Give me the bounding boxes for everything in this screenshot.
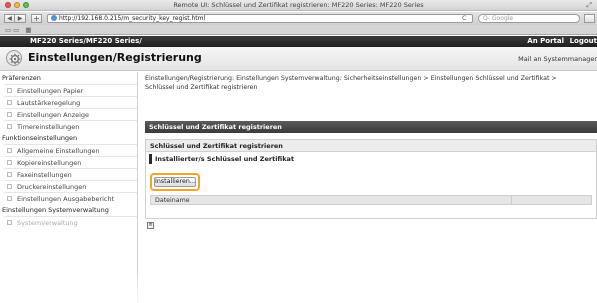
portal-link[interactable]: An Portal xyxy=(527,36,564,47)
fade-overlay xyxy=(0,268,138,303)
sidebar-item-copy[interactable]: Kopiereinstellungen xyxy=(4,156,137,168)
sidebar-item-paper[interactable]: Einstellungen Papier xyxy=(4,84,137,96)
panel-title: Schlüssel und Zertifikat registrieren xyxy=(146,140,596,152)
page-status-icon[interactable]: ≡ xyxy=(147,222,154,229)
install-button[interactable]: Installieren... xyxy=(154,177,196,187)
title-area: Einstellungen/Registrierung Mail an Syst… xyxy=(0,47,597,71)
highlight-ring: Installieren... xyxy=(150,173,200,191)
sidebar-item-label: Druckereinstellungen xyxy=(17,183,87,191)
column-divider xyxy=(511,196,512,205)
bullet-icon xyxy=(7,196,12,201)
bullet-icon xyxy=(7,112,12,117)
reading-list-icon[interactable] xyxy=(584,14,595,23)
subsection-title: Installierter/s Schlüssel und Zertifikat xyxy=(149,154,596,164)
bullet-icon xyxy=(7,100,12,105)
sidebar-item-timer[interactable]: Timereinstellungen xyxy=(4,120,137,132)
key-certificate-panel: Schlüssel und Zertifikat registrieren In… xyxy=(145,139,597,219)
search-input[interactable]: Q- Google xyxy=(478,14,580,23)
reload-icon[interactable]: C xyxy=(462,14,467,22)
bookmarks-bar: ▭▭ ▦ xyxy=(0,25,597,35)
sidebar-item-label: Einstellungen Anzeige xyxy=(17,111,90,119)
sidebar-item-label: Systemverwaltung xyxy=(17,219,78,227)
sidebar-item-label: Einstellungen Ausgabebericht xyxy=(17,195,115,203)
window-titlebar: Remote UI: Schlüssel und Zertifikat regi… xyxy=(0,0,597,11)
sidebar: Präferenzen Einstellungen Papier Lautstä… xyxy=(0,72,138,303)
column-filename: Dateiname xyxy=(155,197,190,204)
forward-icon[interactable]: ▶ xyxy=(15,14,26,23)
sidebar-section-functions: Funktionseinstellungen xyxy=(2,134,78,142)
bullet-icon xyxy=(7,172,12,177)
sidebar-item-volume[interactable]: Lautstärkeregelung xyxy=(4,96,137,108)
history-buttons: ◀ ▶ xyxy=(4,14,26,23)
sidebar-section-preferences: Präferenzen xyxy=(2,74,41,82)
page-title: Einstellungen/Registrierung xyxy=(28,51,202,64)
bullet-icon xyxy=(7,220,12,225)
back-icon[interactable]: ◀ xyxy=(4,14,15,23)
bullet-icon xyxy=(7,88,12,93)
top-sites-icon[interactable]: ▭▭ ▦ xyxy=(5,26,34,34)
fullscreen-icon[interactable]: ⤢ xyxy=(586,1,592,10)
sidebar-item-display[interactable]: Einstellungen Anzeige xyxy=(4,108,137,120)
page-header: MF220 Series/MF220 Series/ An Portal Log… xyxy=(0,36,597,47)
search-placeholder: Q- Google xyxy=(483,15,514,22)
sidebar-item-fax[interactable]: Faxeinstellungen xyxy=(4,168,137,180)
sidebar-item-label: Kopiereinstellungen xyxy=(17,159,82,167)
sidebar-item-label: Timereinstellungen xyxy=(17,123,80,131)
globe-icon xyxy=(51,15,57,21)
bullet-icon xyxy=(7,184,12,189)
browser-toolbar: ◀ ▶ + http://192.168.0.215/m_security_ke… xyxy=(0,12,597,25)
mail-to-manager-link[interactable]: Mail an Systemmanager xyxy=(518,55,597,63)
sidebar-item-general[interactable]: Allgemeine Einstellungen xyxy=(4,144,137,156)
table-header: Dateiname xyxy=(150,195,592,205)
sidebar-item-system-management[interactable]: Systemverwaltung xyxy=(4,216,137,228)
logout-link[interactable]: Logout xyxy=(570,36,597,47)
sidebar-item-label: Faxeinstellungen xyxy=(17,171,72,179)
add-icon[interactable]: + xyxy=(31,14,42,23)
bullet-icon xyxy=(7,148,12,153)
settings-gear-icon xyxy=(6,50,22,66)
sidebar-item-printer[interactable]: Druckereinstellungen xyxy=(4,180,137,192)
sidebar-section-system: Einstellungen Systemverwaltung xyxy=(2,206,109,214)
url-text: http://192.168.0.215/m_security_key_regi… xyxy=(59,15,206,22)
sidebar-item-label: Allgemeine Einstellungen xyxy=(17,147,100,155)
product-name: MF220 Series/MF220 Series/ xyxy=(30,37,142,45)
sidebar-item-label: Lautstärkeregelung xyxy=(17,99,81,107)
sidebar-item-report[interactable]: Einstellungen Ausgabebericht xyxy=(4,192,137,204)
main-content: Einstellungen/Registrierung: Einstellung… xyxy=(145,72,597,303)
breadcrumb: Einstellungen/Registrierung: Einstellung… xyxy=(145,75,557,91)
url-bar[interactable]: http://192.168.0.215/m_security_key_regi… xyxy=(47,14,473,23)
window-title: Remote UI: Schlüssel und Zertifikat regi… xyxy=(173,1,424,9)
bullet-icon xyxy=(7,124,12,129)
bullet-icon xyxy=(7,160,12,165)
section-title-bar: Schlüssel und Zertifikat registrieren xyxy=(145,121,597,133)
sidebar-item-label: Einstellungen Papier xyxy=(17,87,84,95)
